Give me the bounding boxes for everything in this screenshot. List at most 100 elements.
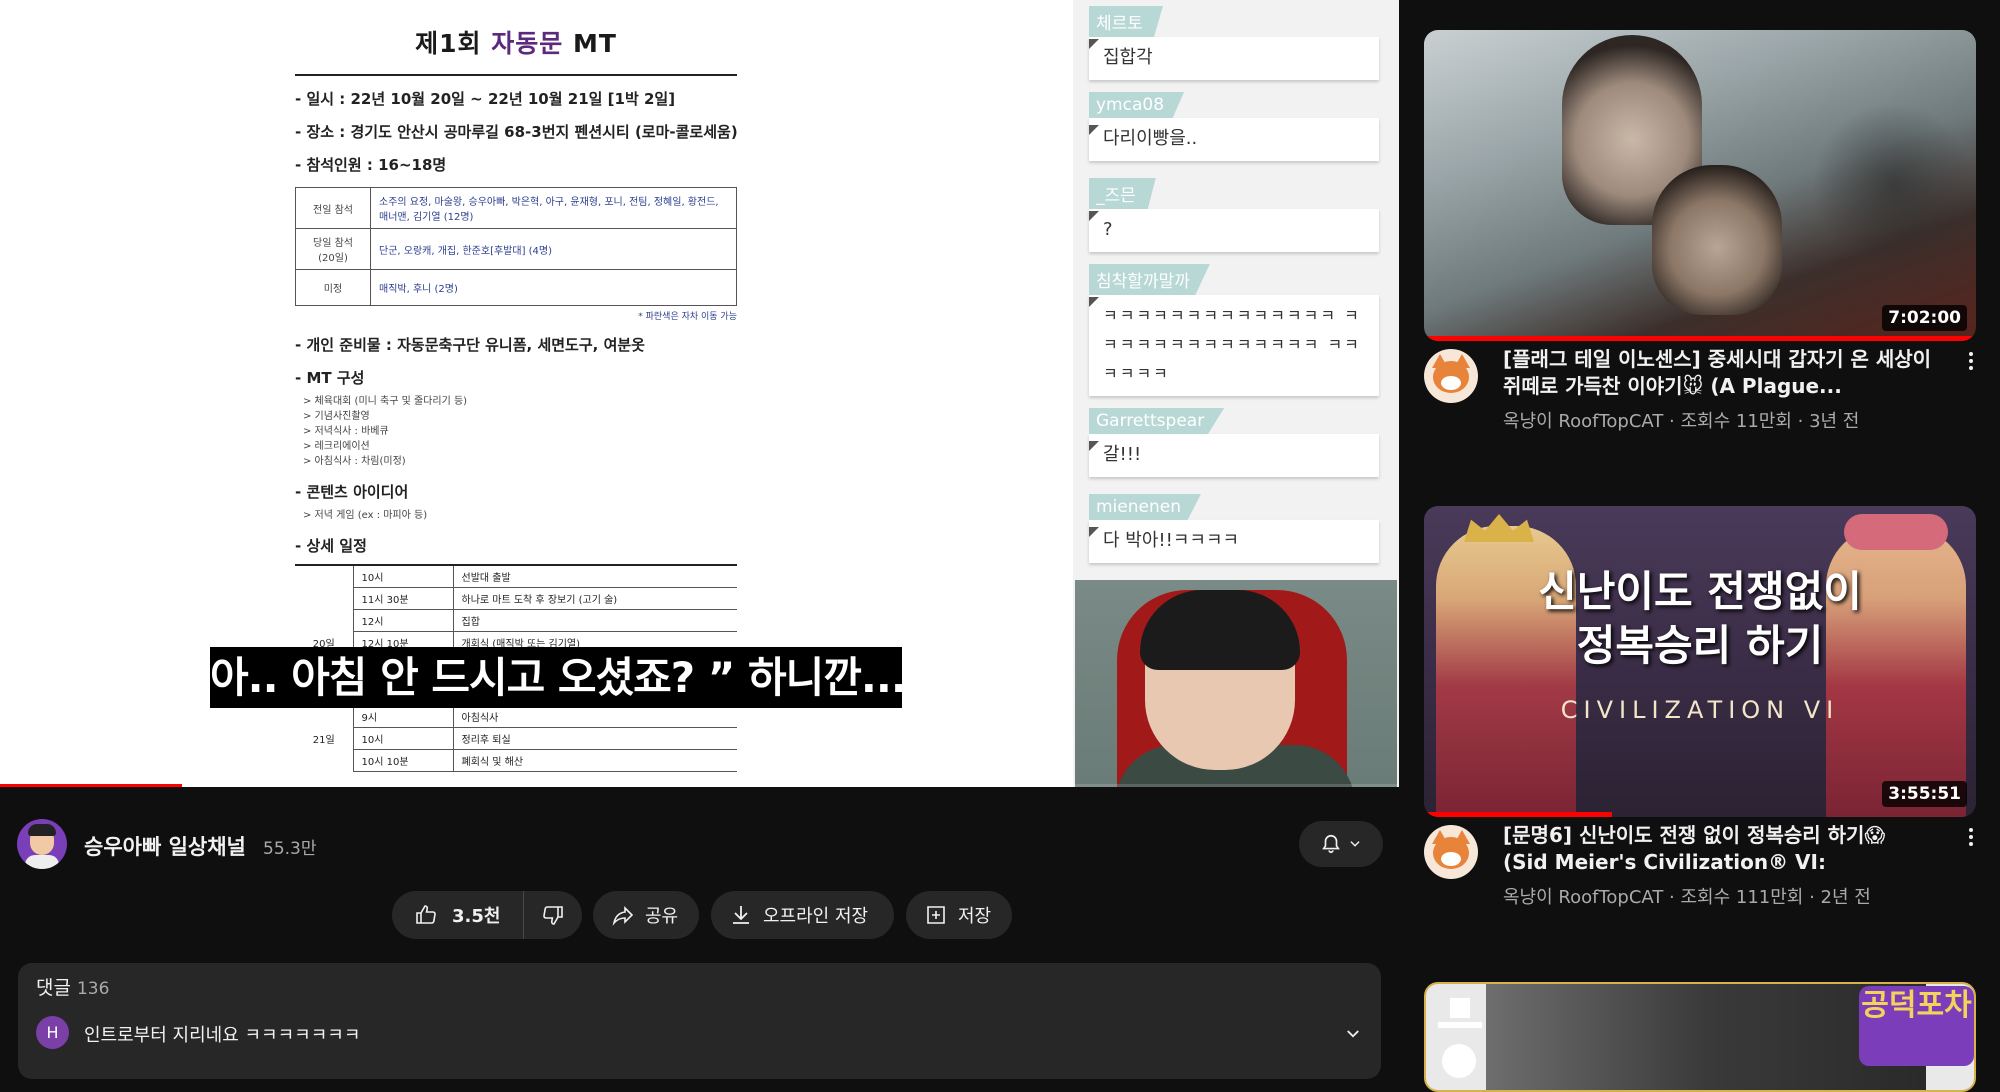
video-title[interactable]: [문명6] 신난이도 전쟁 없이 정복승리 하기😱 (Sid Meier's C… [1503,822,1933,876]
schedule-time: 10시 [352,727,454,750]
share-icon [612,906,634,926]
comments-count: 136 [76,979,110,999]
chat-username: _즈믄 [1089,178,1156,209]
thumbnail-text: 신난이도 전쟁없이 [1538,567,1862,616]
chat-username: Garrettspear [1089,408,1225,434]
doc-note: * 파란색은 자차 이동 가능 [638,312,737,322]
channel-avatar[interactable] [17,819,67,869]
attendee-table: 전일 참석 소주의 요정, 마술왕, 승우아빠, 박은혁, 아구, 윤재형, 포니… [295,187,737,306]
video-progress-bar[interactable] [0,784,1399,787]
schedule-time: 10시 10분 [352,749,454,772]
recommended-video[interactable]: 신난이도 전쟁없이 정복승리 하기 CIVILIZATION VI 3:55:5… [1424,506,1976,908]
video-duration: 3:55:51 [1882,781,1967,807]
recommended-video[interactable]: 공덕포차 [1424,982,1976,1092]
thumbs-down-icon [543,906,563,925]
schedule-desc: 아침식사 [453,705,737,728]
list-item: > 저녁 게임 (ex : 마피아 등) [303,510,428,521]
more-actions-icon[interactable] [1966,352,1976,370]
chat-username: 체르토 [1089,6,1163,37]
chat-text: 집합각 [1089,37,1379,80]
schedule-desc: 정리후 퇴실 [453,727,737,750]
channel-avatar[interactable] [1424,349,1478,403]
dislike-button[interactable] [524,891,582,939]
doc-people: - 참석인원 : 16~18명 [295,156,447,174]
video-thumbnail[interactable]: 공덕포차 [1424,982,1976,1092]
bubble-tail-icon [1089,39,1099,49]
offline-save-button[interactable]: 오프라인 저장 [711,891,894,939]
watched-progress [1424,812,1612,817]
more-actions-icon[interactable] [1966,828,1976,846]
video-player[interactable]: 제1회 자동문 MT - 일시 : 22년 10월 20일 ~ 22년 10월 … [0,0,1399,787]
like-button[interactable]: 3.5천 [392,891,524,939]
bubble-tail-icon [1089,125,1099,135]
recommended-video[interactable]: 7:02:00 [플래그 테일 이노센스] 중세시대 갑자기 온 세상이 쥐떼로… [1424,30,1976,432]
share-label: 공유 [645,906,679,927]
like-dislike-group: 3.5천 [392,891,582,939]
youtube-watch-page: 제1회 자동문 MT - 일시 : 22년 10월 20일 ~ 22년 10월 … [0,0,2000,1092]
list-item: > 체육대회 (미니 축구 및 줄다리기 등) [303,396,468,407]
doc-title-prefix: 제1회 [415,29,492,58]
watched-progress [1424,336,1976,341]
schedule-time: 10시 [352,564,454,588]
thumbnail-logo: CIVILIZATION VI [1560,696,1840,724]
video-meta: 옥냥이 RoofTopCAT · 조회수 11만회 · 3년 전 [1503,411,1860,432]
video-thumbnail[interactable]: 신난이도 전쟁없이 정복승리 하기 CIVILIZATION VI 3:55:5… [1424,506,1976,817]
subscriber-count: 55.3만 [263,839,317,859]
doc-prep: - 개인 준비물 : 자동문축구단 유니폼, 세면도구, 여분옷 [295,336,645,354]
schedule-time: 11시 30분 [352,587,454,610]
chat-text: 다 박아!!ㅋㅋㅋㅋ [1089,520,1379,563]
chevron-down-icon [1350,841,1360,847]
table-row: 21일 10시 정리후 퇴실 [295,727,737,750]
bubble-tail-icon [1089,527,1099,537]
playlist-add-icon [927,906,945,924]
offline-save-label: 오프라인 저장 [763,906,869,927]
commenter-avatar: H [36,1016,69,1049]
channel-name[interactable]: 승우아빠 일상채널 [84,831,246,861]
table-row: 11시 30분 하나로 마트 도착 후 장보기 (고기 술) [295,587,737,610]
doc-divider [295,74,737,76]
chat-message: _즈믄 ? [1089,178,1399,252]
doc-title-highlight: 자동문 [491,29,564,58]
attendee-label: 당일 참석 (20일) [295,228,371,270]
schedule-desc: 폐회식 및 해산 [453,749,737,772]
schedule-desc: 선발대 출발 [453,564,737,588]
bell-icon [1322,834,1340,854]
chat-text: ㅋㅋㅋㅋㅋㅋㅋㅋㅋㅋㅋㅋㅋㅋ ㅋㅋㅋㅋㅋㅋㅋㅋㅋㅋㅋㅋㅋㅋ ㅋㅋㅋㅋㅋㅋ [1089,295,1379,396]
save-label: 저장 [958,906,992,927]
doc-mt-section: - MT 구성 [295,369,365,387]
rose-crown-icon [1844,514,1948,550]
attendee-value: 단군, 오랑캐, 개집, 한준호[후발대] (4명) [370,228,737,270]
expand-comments-icon[interactable] [1344,1025,1362,1043]
comments-label: 댓글 [36,977,71,999]
notification-button[interactable] [1299,821,1383,867]
list-item: > 레크리에이션 [303,441,370,452]
attendee-label: 미정 [295,269,371,306]
doc-title: 제1회 자동문 MT [295,24,737,60]
thumbnail-logo: 공덕포차 [1859,986,1974,1066]
channel-avatar[interactable] [1424,825,1478,879]
attendee-value: 소주의 요정, 마술왕, 승우아빠, 박은혁, 아구, 윤재형, 포니, 전팀,… [370,187,737,229]
list-item: > 저녁식사 : 바베큐 [303,426,389,437]
schedule-desc: 하나로 마트 도착 후 장보기 (고기 술) [453,587,737,610]
doc-schedule-section: - 상세 일정 [295,537,367,555]
bubble-tail-icon [1089,211,1099,221]
streamer-webcam [1075,580,1397,787]
video-thumbnail[interactable]: 7:02:00 [1424,30,1976,341]
table-row: 10시 10분 폐회식 및 해산 [295,749,737,772]
chat-message: 체르토 집합각 [1089,6,1399,80]
video-title[interactable]: [플래그 테일 이노센스] 중세시대 갑자기 온 세상이 쥐떼로 가득찬 이야기… [1503,346,1933,400]
doc-contents-section: - 콘텐츠 아이디어 [295,483,409,501]
schedule-desc: 집합 [453,609,737,632]
chat-message: mienenen 다 박아!!ㅋㅋㅋㅋ [1089,494,1399,563]
save-button[interactable]: 저장 [906,891,1012,939]
attendee-value: 매직박, 후니 (2명) [370,269,737,306]
schedule-time: 9시 [352,705,454,728]
list-item: > 아침식사 : 차림(미정) [303,456,406,467]
comments-teaser[interactable]: 댓글 136 H 인트로부터 지리네요 ㅋㅋㅋㅋㅋㅋㅋ [18,963,1381,1079]
table-row: 10시 선발대 출발 [295,564,737,588]
share-button[interactable]: 공유 [593,891,699,939]
video-duration: 7:02:00 [1882,305,1967,331]
video-meta: 옥냥이 RoofTopCAT · 조회수 111만회 · 2년 전 [1503,887,1871,908]
table-row: 당일 참석 (20일) 단군, 오랑캐, 개집, 한준호[후발대] (4명) [295,228,737,270]
bubble-tail-icon [1089,441,1099,451]
